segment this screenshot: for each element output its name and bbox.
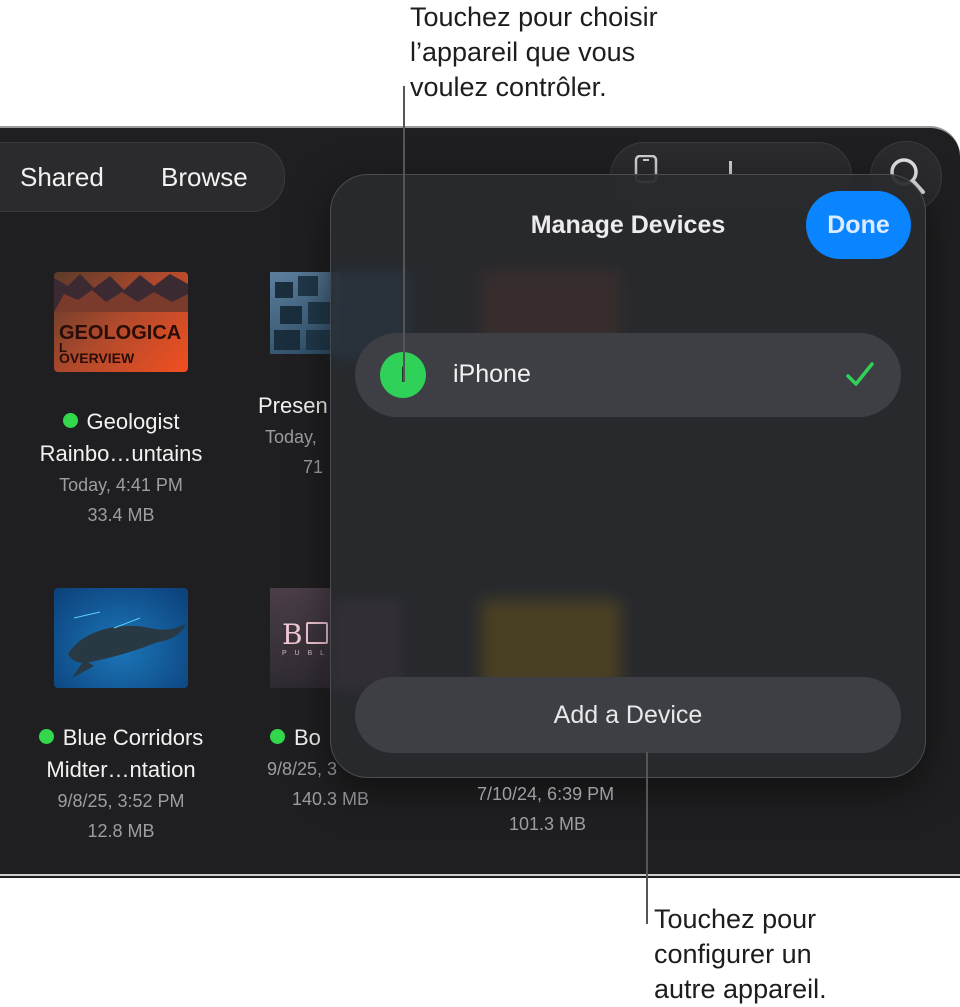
callout-line: voulez contrôler. (410, 72, 607, 102)
callout-line: configurer un (654, 939, 812, 969)
file-item[interactable]: GEOLOGICA L OVERVIEW Geologist Rainbo…un… (26, 272, 216, 530)
callout-line: Touchez pour choisir (410, 2, 658, 32)
device-name: iPhone (453, 360, 531, 388)
callout-add-device: Touchez pour configurer un autre apparei… (654, 902, 827, 1007)
file-size: 12.8 MB (87, 821, 155, 841)
status-dot (270, 729, 285, 744)
file-date: 7/10/24, 6:39 PM (477, 784, 615, 804)
callout-choose-device: Touchez pour choisir l’appareil que vous… (410, 0, 658, 105)
toolbar-divider (729, 161, 732, 175)
segmented-control: Shared Browse (0, 142, 285, 212)
file-date: Today, (265, 427, 317, 447)
thumbnail-text: GEOLOGICA (59, 322, 182, 344)
add-device-button[interactable]: Add a Device (355, 677, 901, 753)
file-date: Today, 4:41 PM (59, 475, 183, 495)
file-name-line: Midter…ntation (46, 757, 196, 782)
file-name-line: Geologist (86, 409, 180, 434)
leader-line-top (403, 86, 405, 382)
file-name: Presen (258, 393, 328, 418)
file-size: 33.4 MB (87, 505, 155, 525)
callout-line: autre appareil. (654, 974, 827, 1004)
book-icon (306, 622, 328, 644)
file-thumbnail: GEOLOGICA L OVERVIEW (54, 272, 188, 372)
tab-browse[interactable]: Browse (161, 162, 248, 193)
screen-edge (0, 874, 960, 876)
file-name-line: Blue Corridors (62, 725, 204, 750)
callout-line: l’appareil que vous (410, 37, 636, 67)
file-name: Blue Corridors Midter…ntation (26, 722, 216, 786)
thumbnail-text: OVERVIEW (59, 350, 135, 366)
leader-line-bottom (646, 752, 648, 924)
file-name-line: Rainbo…untains (39, 441, 203, 466)
mountain-graphic (54, 274, 188, 312)
file-item[interactable]: Presen Today, 71 (240, 272, 340, 482)
device-row-iphone[interactable]: I iPhone (355, 333, 901, 417)
thumbnail-subtitle: P U B L (282, 650, 327, 657)
file-item[interactable]: Blue Corridors Midter…ntation 9/8/25, 3:… (26, 588, 216, 846)
thumbnail-title: B (282, 618, 303, 651)
file-thumbnail (54, 588, 188, 688)
file-name-line: Bo (294, 725, 321, 750)
file-thumbnail: B P U B L (270, 588, 332, 688)
whale-graphic (68, 611, 186, 678)
checkmark-icon (846, 362, 874, 386)
file-size: 140.3 MB (292, 789, 370, 809)
status-dot (38, 729, 54, 744)
file-size: 101.3 MB (509, 814, 587, 834)
done-button[interactable]: Done (806, 191, 911, 259)
callout-line: Touchez pour (654, 904, 817, 934)
status-dot (62, 413, 78, 428)
manage-devices-sheet: Manage Devices Done I iPhone Add a Devic… (330, 174, 926, 778)
thumbnail-title: GEOLOGICA L OVERVIEW (59, 322, 182, 366)
tab-shared[interactable]: Shared (20, 162, 104, 193)
file-date: 9/8/25, 3:52 PM (57, 791, 185, 811)
file-name: Geologist Rainbo…untains (26, 406, 216, 470)
